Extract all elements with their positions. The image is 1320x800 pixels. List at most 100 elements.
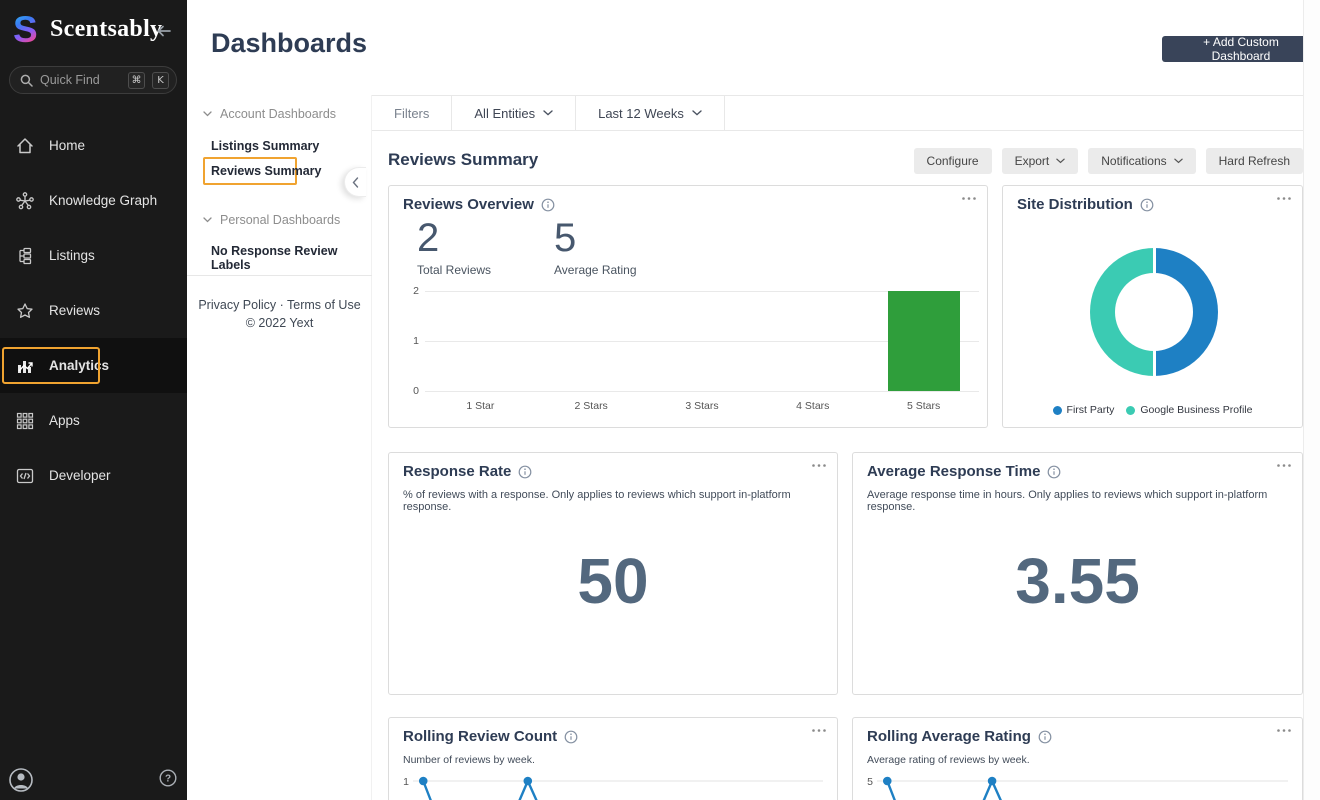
dashboard-link-no-response-review-labels[interactable]: No Response Review Labels [211,244,371,272]
card-title: Response Rate [403,463,511,480]
knowledge-graph-icon [14,190,36,212]
card-description: Number of reviews by week. [403,754,823,766]
brand-logo-icon: S [13,10,47,50]
kebab-menu-icon[interactable] [1276,463,1292,468]
section-title: Reviews Summary [388,150,538,170]
section-label: Personal Dashboards [220,213,340,227]
dashboard-link-listings-summary[interactable]: Listings Summary [211,139,319,153]
sidebar-item-label: Listings [49,248,95,263]
gridline [425,391,979,392]
personal-dashboards-header[interactable]: Personal Dashboards [203,213,340,227]
dashboard-toolbar: Configure Export Notifications Hard Refr… [852,148,1303,174]
date-filter-dropdown[interactable]: Last 12 Weeks [576,96,724,130]
sidebar-item-label: Knowledge Graph [49,193,157,208]
kebab-menu-icon[interactable] [961,196,977,201]
legal-links[interactable]: Privacy Policy · Terms of Use [187,298,372,312]
stat-value: 5 [554,216,637,260]
cmd-key: ⌘ [128,72,145,89]
dashboards-panel: Account Dashboards Listings Summary Revi… [187,95,372,800]
brand-name: Scentsably [50,16,162,43]
chevron-down-icon [203,111,212,117]
data-point [988,777,997,786]
account-dashboards-header[interactable]: Account Dashboards [203,107,336,121]
legend-label: Google Business Profile [1140,404,1252,416]
x-category-label: 3 Stars [657,400,747,412]
info-icon[interactable] [564,730,578,744]
rolling-average-rating-chart: 5 [863,772,1292,800]
sidebar-collapse-button[interactable] [155,22,173,40]
info-icon[interactable] [1047,465,1061,479]
chevron-down-icon [1056,158,1065,164]
data-point [883,777,892,786]
add-custom-dashboard-button[interactable]: + Add Custom Dashboard [1162,36,1320,62]
sidebar-item-reviews[interactable]: Reviews [0,283,187,338]
sidebar-item-knowledge-graph[interactable]: Knowledge Graph [0,173,187,228]
stat-value: 2 [417,216,491,260]
data-point [524,777,533,786]
panel-divider [187,275,372,276]
button-label: Hard Refresh [1219,154,1290,168]
quick-find-search[interactable]: Quick Find ⌘ K [9,66,177,94]
listings-icon [14,245,36,267]
x-category-label: 2 Stars [546,400,636,412]
kebab-menu-icon[interactable] [1276,196,1292,201]
card-description: % of reviews with a response. Only appli… [403,489,823,513]
reviews-star-icon [14,300,36,322]
scrollbar[interactable] [1303,0,1320,800]
svg-text:?: ? [165,774,171,785]
x-category-label: 5 Stars [879,400,969,412]
x-category-label: 1 Star [435,400,525,412]
panel-collapse-tab[interactable] [344,167,366,197]
app-header: Dashboards + Add Custom Dashboard [187,0,1320,95]
card-description: Average response time in hours. Only app… [867,489,1288,513]
info-icon[interactable] [518,465,532,479]
kebab-menu-icon[interactable] [811,463,827,468]
analytics-icon [14,355,36,377]
info-icon[interactable] [1038,730,1052,744]
home-icon [14,135,36,157]
k-key: K [152,72,169,89]
legend-label: First Party [1067,404,1115,416]
sidebar-item-listings[interactable]: Listings [0,228,187,283]
average-response-time-value: 3.55 [853,541,1302,621]
sidebar-item-label: Apps [49,413,80,428]
help-button[interactable]: ? [159,769,177,792]
kebab-menu-icon[interactable] [1276,728,1292,733]
sidebar-item-home[interactable]: Home [0,118,187,173]
donut-legend: First Party Google Business Profile [1003,404,1302,416]
sidebar-item-developer[interactable]: Developer [0,448,187,503]
entity-filter-dropdown[interactable]: All Entities [452,96,575,130]
sidebar-item-analytics[interactable]: Analytics [0,338,187,393]
card-site-distribution: Site Distribution First Party Google Bus… [1002,185,1303,428]
copyright: © 2022 Yext [187,316,372,330]
svg-text:5: 5 [867,776,873,788]
info-icon[interactable] [1140,198,1154,212]
response-rate-value: 50 [389,541,837,621]
developer-code-icon [14,465,36,487]
sidebar-item-apps[interactable]: Apps [0,393,187,448]
legend-dot [1053,406,1062,415]
primary-nav: Home Knowledge Graph Listings [0,118,187,503]
search-placeholder: Quick Find [40,73,121,87]
card-title: Reviews Overview [403,196,534,213]
dashboard-link-reviews-summary[interactable]: Reviews Summary [211,164,321,178]
legend-dot [1126,406,1135,415]
user-avatar[interactable] [9,767,33,798]
hard-refresh-button[interactable]: Hard Refresh [1206,148,1303,174]
bar-5-stars [888,291,960,391]
card-title: Rolling Average Rating [867,728,1031,745]
card-average-response-time: Average Response Time Average response t… [852,452,1303,695]
sidebar-item-label: Reviews [49,303,100,318]
y-tick-label: 1 [401,335,419,347]
export-button[interactable]: Export [1002,148,1079,174]
info-icon[interactable] [541,198,555,212]
kebab-menu-icon[interactable] [811,728,827,733]
configure-button[interactable]: Configure [914,148,992,174]
sidebar-item-label: Home [49,138,85,153]
card-reviews-overview: Reviews Overview 2 Total Reviews 5 Avera… [388,185,988,428]
y-tick-label: 2 [401,285,419,297]
stat-label: Average Rating [554,263,637,277]
button-label: Notifications [1101,154,1166,168]
sidebar-item-label: Developer [49,468,111,483]
notifications-button[interactable]: Notifications [1088,148,1195,174]
